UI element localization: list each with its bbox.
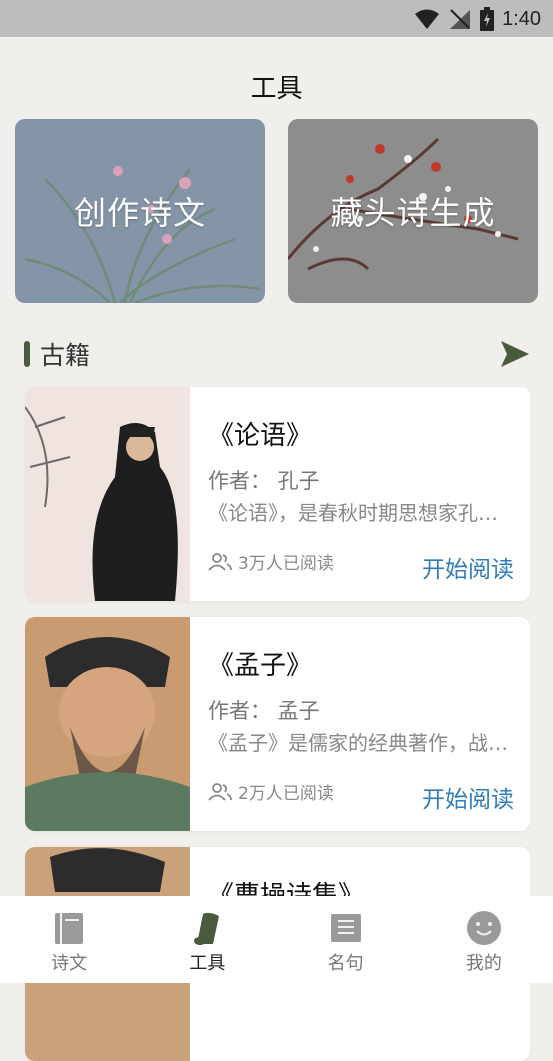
nav-quotes-label: 名句 xyxy=(327,953,364,974)
acrostic-poem-card[interactable]: 藏头诗生成 xyxy=(288,119,538,303)
wifi-icon xyxy=(415,9,440,29)
nav-profile[interactable]: 我的 xyxy=(415,896,553,983)
users-icon xyxy=(208,782,232,801)
start-reading-button[interactable]: 开始阅读 xyxy=(422,550,514,584)
book-icon xyxy=(55,913,84,944)
quote-scroll-icon xyxy=(330,914,361,942)
book-author: 作者： 孔子 xyxy=(208,469,320,493)
users-icon xyxy=(208,552,232,571)
create-poem-label: 创作诗文 xyxy=(73,194,206,232)
nav-quotes[interactable]: 名句 xyxy=(277,896,415,983)
book-card[interactable]: 《孟子》 作者： 孟子 《孟子》是儒家的经典著作，战国中期孟子及其弟子所作 2万… xyxy=(25,617,530,831)
book-card[interactable]: 《论语》 作者： 孔子 《论语》，是春秋时期思想家孔子及其弟子的言行汇编 3万人… xyxy=(25,387,530,601)
book-author: 作者： 孟子 xyxy=(208,699,320,723)
no-signal-icon xyxy=(450,9,471,29)
smiley-face-icon xyxy=(466,911,501,945)
book-title: 《论语》 xyxy=(208,421,313,451)
nav-tools[interactable]: 工具 xyxy=(138,896,276,983)
scroll-icon xyxy=(194,912,220,945)
status-time: 1:40 xyxy=(502,7,541,30)
status-icons: 1:40 xyxy=(414,6,541,32)
readers-count: 2万人已阅读 xyxy=(238,784,334,804)
book-title: 《孟子》 xyxy=(208,651,313,681)
bottom-nav: 诗文 工具 名句 我的 xyxy=(0,896,553,983)
nav-poems[interactable]: 诗文 xyxy=(0,896,138,983)
nav-poems-label: 诗文 xyxy=(51,953,88,974)
classics-section-header: 古籍 xyxy=(24,336,531,372)
book-description: 《论语》，是春秋时期思想家孔子及其弟子的言行汇编 xyxy=(208,501,508,525)
battery-charging-icon xyxy=(480,7,495,31)
section-marker xyxy=(24,341,30,367)
book-readers: 3万人已阅读 xyxy=(208,549,334,574)
nav-profile-label: 我的 xyxy=(465,953,502,974)
readers-count: 3万人已阅读 xyxy=(238,554,334,574)
status-bar: 1:40 xyxy=(0,0,553,37)
book-readers: 2万人已阅读 xyxy=(208,779,334,804)
create-poem-card[interactable]: 创作诗文 xyxy=(15,119,265,303)
more-arrow-icon[interactable] xyxy=(499,339,531,369)
confucius-portrait xyxy=(25,387,190,601)
acrostic-poem-label: 藏头诗生成 xyxy=(330,194,496,232)
nav-tools-label: 工具 xyxy=(189,953,226,974)
mencius-portrait xyxy=(25,617,190,831)
book-description: 《孟子》是儒家的经典著作，战国中期孟子及其弟子所作 xyxy=(208,731,508,755)
section-title: 古籍 xyxy=(40,341,91,370)
start-reading-button[interactable]: 开始阅读 xyxy=(422,780,514,814)
page-title: 工具 xyxy=(250,74,303,104)
